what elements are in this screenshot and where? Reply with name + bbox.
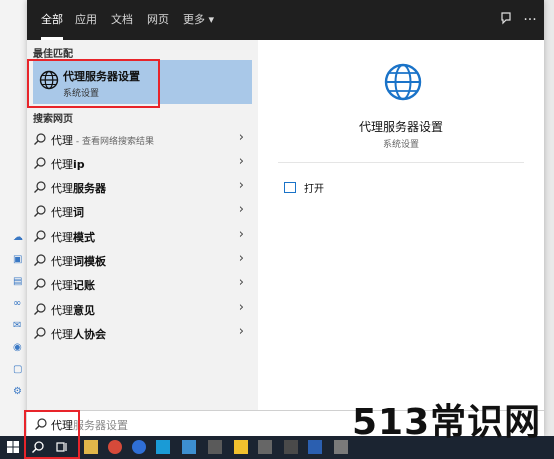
globe-icon (383, 62, 423, 105)
tab-all[interactable]: 全部 (41, 0, 63, 40)
search-icon (33, 132, 47, 146)
start-icon[interactable] (6, 440, 20, 454)
web-result-item[interactable]: 代理模式 › (33, 224, 252, 248)
tab-web[interactable]: 网页 (147, 0, 169, 40)
chevron-right-icon[interactable]: › (239, 130, 244, 145)
image-icon: ▣ (13, 254, 23, 265)
highlight-search (24, 410, 80, 459)
chevron-right-icon[interactable]: › (239, 275, 244, 290)
notes-icon[interactable] (234, 440, 248, 454)
open-label: 打开 (304, 184, 324, 195)
doc-icon: ▢ (13, 364, 23, 375)
share-icon: ◉ (13, 342, 22, 353)
browser-icon[interactable] (132, 440, 146, 454)
web-result-item[interactable]: 代理服务器 › (33, 175, 252, 199)
chevron-right-icon[interactable]: › (239, 324, 244, 339)
more-options-icon[interactable]: ··· (521, 11, 539, 29)
search-icon (33, 253, 47, 267)
highlight-best-match (27, 59, 160, 108)
tab-documents[interactable]: 文档 (111, 0, 133, 40)
result-bold: 模式 (73, 231, 95, 244)
result-bold: 服务器 (73, 182, 106, 195)
web-result-item[interactable]: 代理人协会 › (33, 321, 252, 345)
result-prefix: 代理 (51, 134, 73, 147)
search-autocomplete: 服务器设置 (73, 419, 128, 432)
chevron-right-icon[interactable]: › (239, 178, 244, 193)
feedback-icon[interactable] (497, 11, 515, 29)
tab-apps[interactable]: 应用 (75, 0, 97, 40)
best-match-heading: 最佳匹配 (33, 49, 73, 60)
chevron-right-icon[interactable]: › (239, 251, 244, 266)
open-action[interactable]: 打开 (284, 180, 324, 195)
search-icon (33, 156, 47, 170)
search-icon (33, 326, 47, 340)
chevron-right-icon[interactable]: › (239, 227, 244, 242)
chart-icon: ▤ (13, 276, 23, 287)
result-bold: 记账 (73, 279, 95, 292)
result-bold: 词 (73, 206, 84, 219)
link-icon: ∞ (13, 298, 22, 309)
search-icon (33, 204, 47, 218)
result-prefix: 代理 (51, 206, 73, 219)
result-suffix: - 查看网络搜索结果 (73, 137, 154, 147)
result-prefix: 代理 (51, 279, 73, 292)
background-window-strip: ☁ ▣ ▤ ∞ ✉ ◉ ▢ ⚙ (0, 0, 27, 436)
terminal-icon[interactable] (258, 440, 272, 454)
web-result-item[interactable]: 代理词模板 › (33, 248, 252, 272)
app-icon[interactable] (334, 440, 348, 454)
app-icon[interactable] (208, 440, 222, 454)
web-result-item[interactable]: 代理词 › (33, 199, 252, 223)
search-icon (33, 277, 47, 291)
search-scope-bar: 全部 应用 文档 网页 更多 ▾ ··· (27, 0, 544, 40)
search-icon (33, 180, 47, 194)
chevron-right-icon[interactable]: › (239, 202, 244, 217)
result-prefix: 代理 (51, 304, 73, 317)
web-result-item[interactable]: 代理ip › (33, 151, 252, 175)
chevron-right-icon[interactable]: › (239, 154, 244, 169)
open-icon (284, 182, 296, 193)
tab-more[interactable]: 更多 ▾ (183, 0, 214, 40)
app-icon[interactable] (284, 440, 298, 454)
result-prefix: 代理 (51, 231, 73, 244)
divider (278, 162, 524, 163)
detail-pane: 代理服务器设置 系统设置 打开 (258, 40, 544, 410)
result-prefix: 代理 (51, 182, 73, 195)
web-search-heading: 搜索网页 (33, 114, 73, 125)
web-result-item[interactable]: 代理 - 查看网络搜索结果 › (33, 127, 252, 151)
app-icon[interactable] (182, 440, 196, 454)
background-scrollbar (543, 0, 554, 436)
watermark: 513常识网 (352, 402, 542, 443)
web-result-item[interactable]: 代理记账 › (33, 272, 252, 296)
detail-title: 代理服务器设置 (358, 120, 443, 134)
search-icon (33, 302, 47, 316)
result-prefix: 代理 (51, 255, 73, 268)
settings-icon: ⚙ (13, 386, 22, 397)
app-icon[interactable] (308, 440, 322, 454)
result-bold: ip (73, 158, 85, 171)
result-bold: 词模板 (73, 255, 106, 268)
app-icon[interactable] (156, 440, 170, 454)
result-prefix: 代理 (51, 328, 73, 341)
search-icon (33, 229, 47, 243)
mail-icon: ✉ (13, 320, 22, 331)
detail-subtitle: 系统设置 (382, 140, 419, 150)
chevron-right-icon[interactable]: › (239, 300, 244, 315)
file-explorer-icon[interactable] (84, 440, 98, 454)
result-bold: 意见 (73, 304, 95, 317)
web-result-item[interactable]: 代理意见 › (33, 297, 252, 321)
chrome-icon[interactable] (108, 440, 122, 454)
cloud-icon: ☁ (13, 232, 23, 243)
result-prefix: 代理 (51, 158, 73, 171)
result-bold: 人协会 (73, 328, 106, 341)
